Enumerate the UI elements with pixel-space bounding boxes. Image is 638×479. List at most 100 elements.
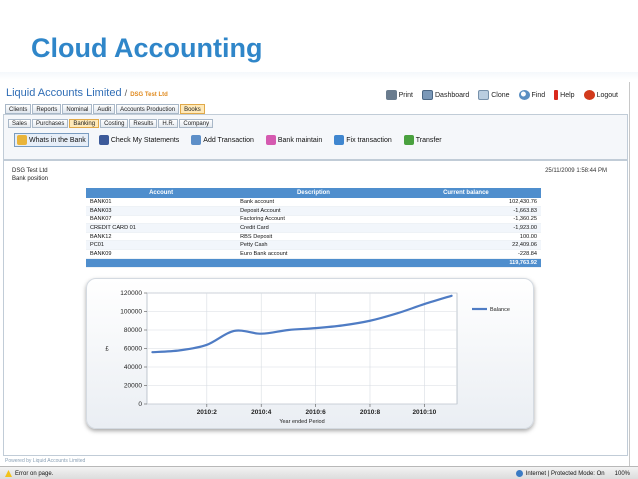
data-point — [314, 327, 317, 329]
cell-description: Bank account — [236, 198, 391, 208]
logout-button[interactable]: Logout — [583, 90, 618, 100]
data-point — [233, 330, 235, 332]
col-balance[interactable]: Current balance — [390, 188, 541, 198]
legend-label: Balance — [490, 307, 510, 313]
tab-purchases[interactable]: Purchases — [32, 119, 69, 128]
dashboard-button[interactable]: Dashboard — [422, 90, 469, 100]
table-row[interactable]: PC01 Petty Cash 22,409.06 — [86, 240, 541, 251]
print-button[interactable]: Print — [385, 90, 413, 100]
table-row[interactable]: CREDIT CARD 01 Credit Card -1,923.00 — [86, 223, 541, 233]
cell-balance: -1,923.00 — [390, 223, 541, 233]
tab-company[interactable]: Company — [179, 119, 214, 128]
cell-account: CREDIT CARD 01 — [86, 223, 237, 233]
add-transaction-icon — [191, 135, 202, 145]
slide-band — [0, 72, 638, 80]
table-row[interactable]: BANK03 Deposit Account -1,663.83 — [86, 206, 541, 216]
help-button[interactable]: Help — [554, 90, 575, 100]
cell-account: BANK07 — [86, 215, 237, 225]
cell-description: Euro Bank account — [236, 249, 391, 259]
col-description[interactable]: Description — [236, 188, 391, 198]
table-row[interactable]: BANK12 RBS Deposit 100.00 — [86, 232, 541, 242]
help-icon — [554, 90, 559, 100]
cell-balance: -1,360.25 — [390, 215, 541, 225]
cell-description: Credit Card — [236, 223, 391, 233]
x-tick-label: 2010:8 — [360, 409, 381, 416]
banking-actions: Whats in the Bank Check My Statements Ad… — [14, 133, 444, 147]
table-header-row: Account Description Current balance — [86, 188, 541, 198]
table-row[interactable]: BANK07 Factoring Account -1,360.25 — [86, 215, 541, 225]
check-my-statements-button[interactable]: Check My Statements — [97, 134, 181, 146]
cell-balance: -228.84 — [390, 249, 541, 259]
cell-balance: 102,430.76 — [390, 198, 541, 208]
bank-accounts-table: Account Description Current balance BANK… — [86, 188, 541, 268]
tab-results[interactable]: Results — [129, 119, 158, 128]
cell-account: BANK09 — [86, 249, 237, 259]
tab-clients[interactable]: Clients — [5, 104, 32, 114]
clone-button[interactable]: Clone — [478, 90, 510, 100]
total-balance: 119,763.92 — [390, 258, 541, 268]
cell-balance: 22,409.06 — [390, 240, 541, 251]
tab-books[interactable]: Books — [180, 104, 205, 114]
tab-hr[interactable]: H.R. — [158, 119, 179, 128]
find-button[interactable]: Find — [518, 90, 546, 100]
logout-label: Logout — [596, 91, 618, 99]
client-name[interactable]: DSG Test Ltd — [130, 92, 168, 98]
tab-reports[interactable]: Reports — [32, 104, 62, 114]
brand-separator: / — [124, 88, 128, 98]
y-tick-label: 0 — [138, 401, 142, 408]
tab-banking[interactable]: Banking — [69, 119, 100, 128]
browser-statusbar: Error on page. Internet | Protected Mode… — [0, 466, 638, 479]
action-label: Check My Statements — [110, 136, 180, 144]
company-name: Liquid Accounts Limited — [6, 87, 122, 99]
data-point — [341, 324, 344, 327]
footer-powered-by: Powered by Liquid Accounts Limited — [5, 458, 86, 464]
sub-tabs: Sales Purchases Banking Costing Results … — [8, 119, 214, 128]
balance-chart: 0 20000 40000 60000 80000 100000 120000 2010:2 2… — [105, 290, 510, 425]
fix-transaction-button[interactable]: Fix transaction — [332, 134, 394, 146]
y-tick-label: 80000 — [124, 327, 142, 334]
bank-maintain-button[interactable]: Bank maintain — [264, 134, 324, 146]
dashboard-label: Dashboard — [435, 91, 470, 99]
help-label: Help — [560, 91, 575, 99]
zone-text: Internet | Protected Mode: On — [525, 470, 605, 477]
y-tick-label: 120000 — [120, 290, 142, 297]
security-zone[interactable]: Internet | Protected Mode: On — [515, 470, 605, 477]
cell-description: Deposit Account — [236, 206, 391, 216]
add-transaction-button[interactable]: Add Transaction — [189, 134, 256, 146]
bank-position-panel: DSG Test Ltd Bank position 25/11/2009 1:… — [3, 160, 628, 456]
tab-costing[interactable]: Costing — [100, 119, 129, 128]
panel-subtitle: Bank position — [12, 176, 49, 182]
find-label: Find — [531, 91, 546, 99]
status-left[interactable]: Error on page. — [5, 470, 53, 477]
tab-sales[interactable]: Sales — [8, 119, 32, 128]
cell-account: BANK12 — [86, 232, 237, 242]
table-row[interactable]: BANK01 Bank account 102,430.76 — [86, 198, 541, 208]
cell-account: BANK03 — [86, 206, 237, 216]
table-row[interactable]: BANK09 Euro Bank account -228.84 — [86, 249, 541, 259]
cell-balance: 100.00 — [390, 232, 541, 242]
tab-nominal[interactable]: Nominal — [62, 104, 93, 114]
cell-description: Factoring Account — [236, 215, 391, 225]
warning-icon — [5, 470, 12, 477]
y-tick-label: 60000 — [124, 346, 142, 353]
balance-chart-frame: 0 20000 40000 60000 80000 100000 120000 2010:2 2… — [86, 278, 534, 429]
x-axis-label: Year ended Period — [279, 419, 324, 425]
bank-maintain-icon — [265, 135, 276, 145]
report-timestamp: 25/11/2009 1:58:44 PM — [545, 168, 607, 174]
whats-in-the-bank-button[interactable]: Whats in the Bank — [14, 133, 89, 147]
panel-company: DSG Test Ltd — [12, 168, 48, 174]
tab-audit[interactable]: Audit — [93, 104, 116, 114]
col-account[interactable]: Account — [86, 188, 237, 198]
data-point — [178, 349, 181, 352]
x-tick-label: 2010:2 — [197, 409, 218, 416]
zoom-level[interactable]: 100% — [615, 471, 630, 477]
tab-accounts-production[interactable]: Accounts Production — [116, 104, 180, 114]
cell-balance: -1,663.83 — [390, 206, 541, 216]
data-point — [287, 329, 290, 331]
fix-transaction-icon — [334, 135, 345, 145]
app-header: Liquid Accounts Limited / DSG Test Ltd P… — [0, 82, 630, 104]
statement-icon — [98, 135, 109, 145]
clone-icon — [478, 90, 490, 100]
transfer-button[interactable]: Transfer — [402, 134, 444, 146]
dashboard-icon — [422, 90, 433, 100]
